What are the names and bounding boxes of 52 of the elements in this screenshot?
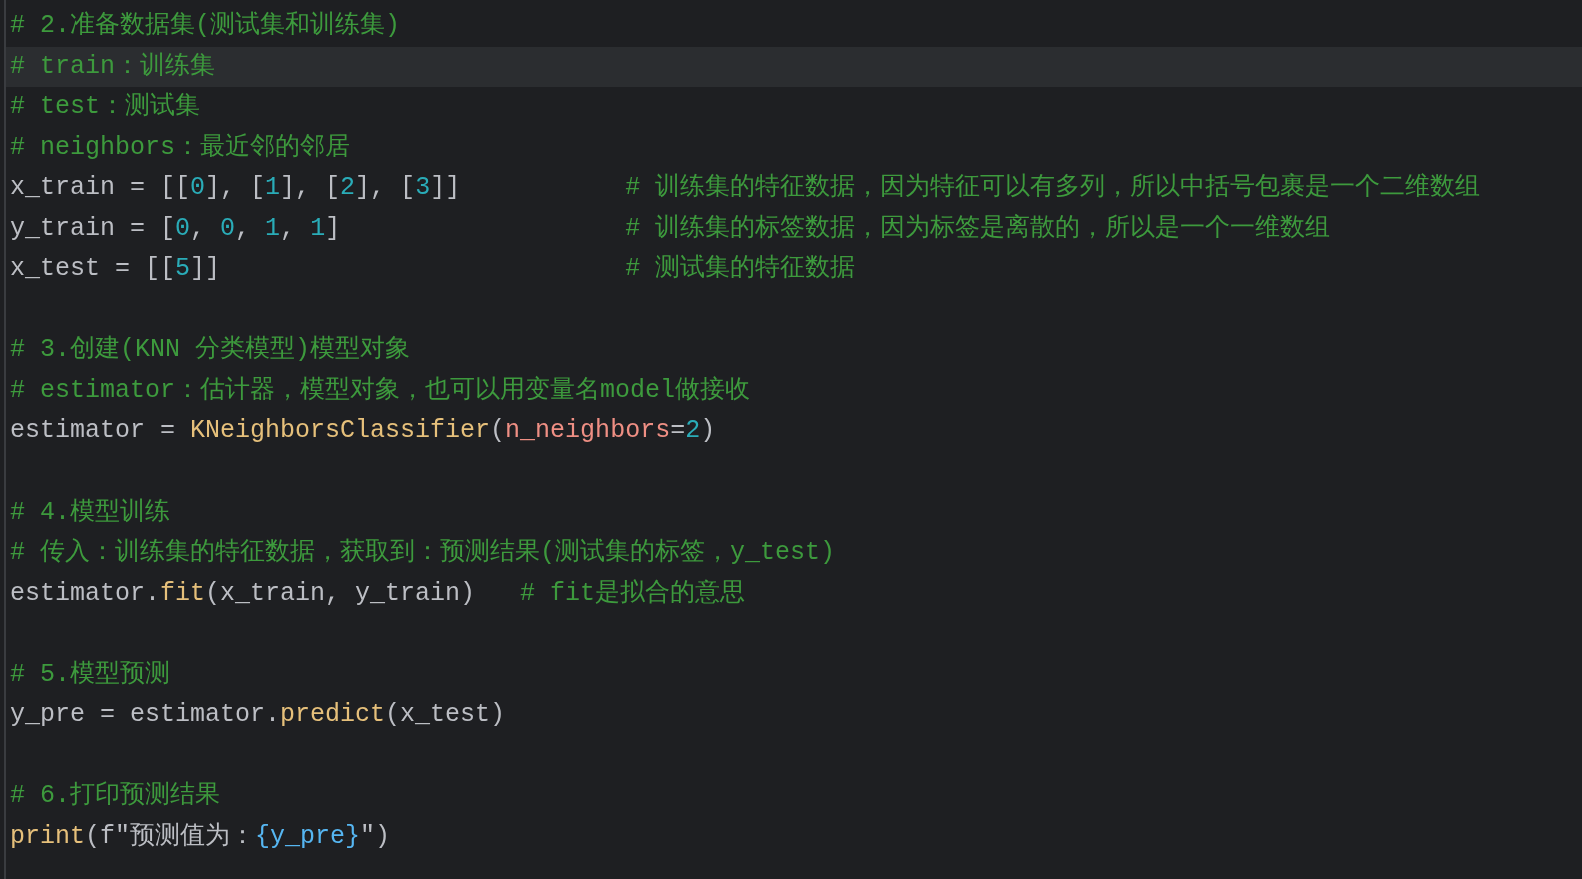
code-text: , (235, 212, 252, 245)
code-text: estimator. (10, 577, 161, 610)
code-text: (x_train, y_train) (205, 577, 477, 610)
code-comment: # 6.打印预测结果 (10, 780, 220, 813)
code-text: ], [ (205, 172, 266, 205)
number-literal: 0 (190, 172, 206, 205)
number-literal: 1 (310, 212, 326, 245)
code-comment: # neighbors：最近邻的邻居 (10, 131, 351, 164)
code-comment: # estimator：估计器，模型对象，也可以用变量名model做接收 (10, 374, 751, 407)
number-literal: 5 (175, 253, 191, 286)
code-text: ") (360, 820, 391, 853)
number-literal: 2 (685, 415, 701, 448)
code-text: y_train = [ (10, 212, 176, 245)
number-literal: 0 (220, 212, 236, 245)
parameter-name: n_neighbors (505, 415, 671, 448)
code-comment: # 训练集的特征数据，因为特征可以有多列，所以中括号包裹是一个二维数组 (625, 172, 1481, 205)
code-text: ( (490, 415, 506, 448)
number-literal: 3 (415, 172, 431, 205)
code-text: x_train = [[ (10, 172, 191, 205)
code-text: y_pre = estimator. (10, 699, 281, 732)
code-text: ]] (430, 172, 462, 205)
code-comment: # 2.准备数据集(测试集和训练集) (10, 10, 400, 42)
code-text: , (280, 212, 297, 245)
code-text: (x_test) (385, 699, 506, 732)
number-literal: 1 (265, 172, 281, 205)
code-comment: # 3.创建(KNN 分类模型)模型对象 (10, 334, 411, 367)
code-text: ]] (190, 253, 222, 286)
function-name: print (10, 820, 85, 853)
code-text: ], [ (355, 172, 416, 205)
function-name: predict (280, 699, 386, 732)
number-literal: 1 (265, 212, 281, 245)
function-name: KNeighborsClassifier (190, 415, 491, 448)
interpolated-variable: {y_pre} (255, 820, 361, 853)
code-comment: # 训练集的标签数据，因为标签是离散的，所以是一个一维数组 (625, 212, 1331, 245)
code-text: , (190, 212, 207, 245)
code-comment: # 传入：训练集的特征数据，获取到：预测结果(测试集的标签，y_test) (10, 537, 836, 570)
code-text: ) (700, 415, 716, 448)
code-text: estimator = (10, 415, 177, 448)
code-comment: # train：训练集 (10, 50, 216, 83)
code-comment: # 4.模型训练 (10, 496, 170, 529)
code-text: = (670, 415, 686, 448)
code-comment: # test：测试集 (10, 91, 200, 124)
function-name: fit (160, 577, 206, 610)
code-text: ], [ (280, 172, 341, 205)
code-text: ] (325, 212, 342, 245)
code-comment: # 测试集的特征数据 (625, 253, 856, 286)
code-comment: # fit是拟合的意思 (520, 577, 746, 610)
number-literal: 0 (175, 212, 191, 245)
code-comment: # 5.模型预测 (10, 658, 170, 691)
number-literal: 2 (340, 172, 356, 205)
code-text: (f"预测值为： (85, 820, 256, 853)
code-text: x_test = [[ (10, 253, 176, 286)
